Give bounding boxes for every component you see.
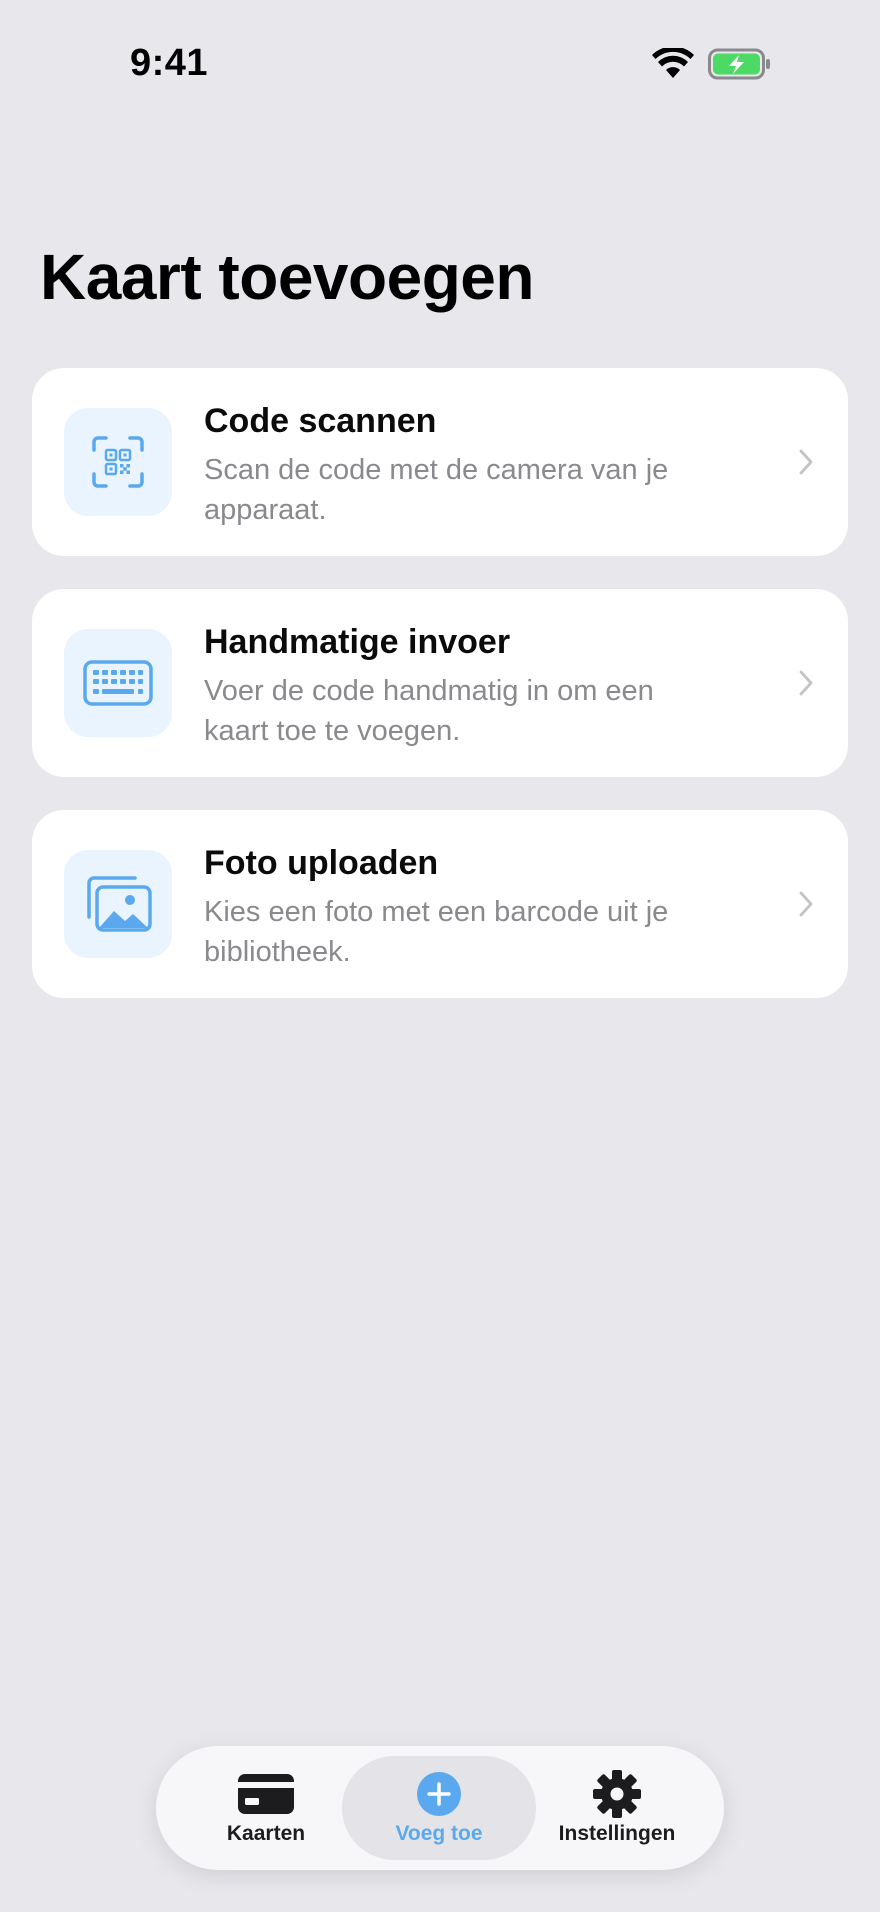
chevron-right-icon [799,670,813,696]
wifi-icon [652,48,694,78]
plus-circle-icon [417,1772,461,1816]
tab-add[interactable]: Voeg toe [342,1756,536,1860]
option-title: Handmatige invoer [204,623,511,661]
qr-scan-icon [92,436,144,488]
option-manual-entry[interactable]: Handmatige invoer Voer de code handmatig… [32,589,848,777]
option-scan-code[interactable]: Code scannen Scan de code met de camera … [32,368,848,556]
option-upload-photo[interactable]: Foto uploaden Kies een foto met een barc… [32,810,848,998]
chevron-right-icon [799,449,813,475]
option-description: Kies een foto met een barcode uit je bib… [204,896,669,968]
photo-library-icon [87,876,152,932]
tab-cards[interactable]: Kaarten [196,1756,336,1860]
add-card-options: Code scannen Scan de code met de camera … [32,368,848,1031]
tab-label: Kaarten [226,1822,306,1845]
status-bar: 9:41 [0,0,880,120]
option-description: Scan de code met de camera van je appara… [204,454,669,526]
keyboard-icon [83,660,153,706]
chevron-right-icon [799,891,813,917]
page-title: Kaart toevoegen [40,241,534,313]
option-title: Code scannen [204,402,437,440]
option-icon-tile [64,408,172,516]
tab-label: Instellingen [558,1822,676,1845]
card-icon [238,1774,294,1814]
gear-icon [593,1770,641,1818]
option-icon-tile [64,850,172,958]
option-title: Foto uploaden [204,844,439,882]
tab-label: Voeg toe [395,1822,483,1845]
tab-bar: Kaarten Voeg toe Instellingen [156,1746,724,1870]
option-description: Voer de code handmatig in om een kaart t… [204,675,654,747]
tab-settings[interactable]: Instellingen [542,1756,692,1860]
battery-charging-icon [708,48,770,80]
option-icon-tile [64,629,172,737]
status-time: 9:41 [130,42,209,84]
